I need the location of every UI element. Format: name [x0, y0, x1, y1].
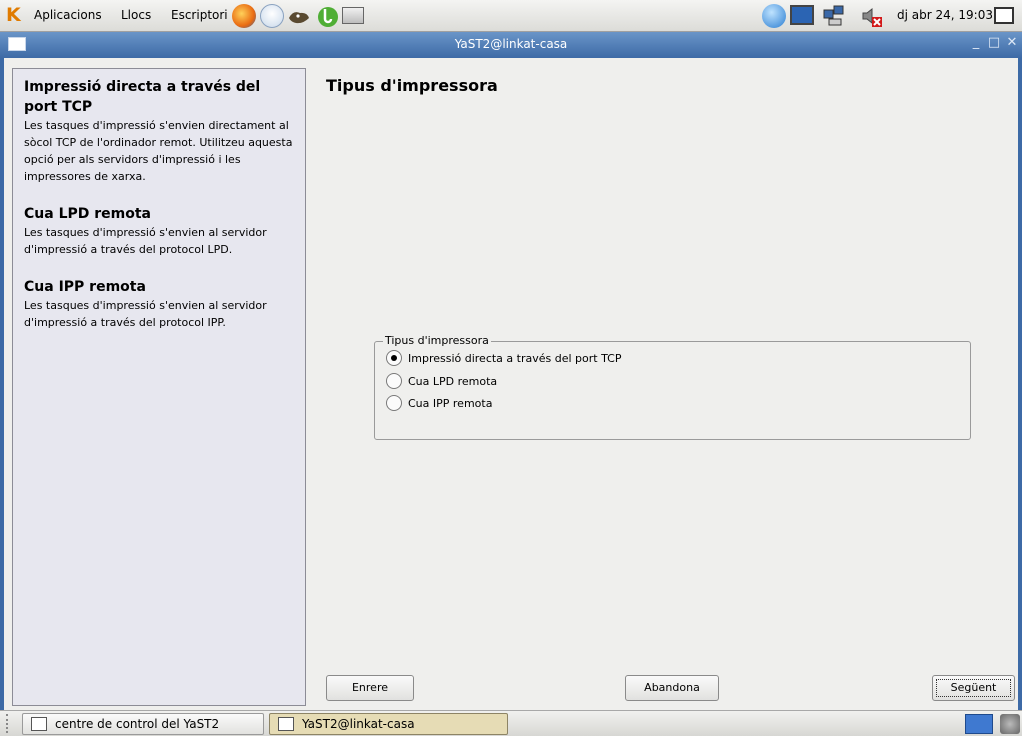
printer-type-group: Tipus d'impressora Impressió directa a t…	[374, 334, 971, 440]
radio-unselected-icon[interactable]	[386, 395, 402, 411]
taskbar-item-yast-window[interactable]: YaST2@linkat-casa	[269, 713, 508, 735]
window-title: YaST2@linkat-casa	[454, 37, 568, 51]
show-desktop-icon[interactable]	[994, 7, 1014, 24]
taskbar-item-label: YaST2@linkat-casa	[302, 717, 415, 731]
menu-applications[interactable]: Aplicacions	[34, 8, 102, 22]
radio-label: Cua IPP remota	[408, 397, 493, 410]
close-icon[interactable]: ✕	[1004, 35, 1020, 51]
window-icon	[278, 717, 294, 731]
gimp-icon[interactable]	[287, 4, 311, 28]
radio-tcp-direct[interactable]: Impressió directa a través del port TCP	[386, 350, 621, 368]
radio-lpd-remote[interactable]: Cua LPD remota	[386, 373, 497, 391]
firefox-icon[interactable]	[232, 4, 256, 28]
update-icon[interactable]	[316, 4, 340, 28]
back-button[interactable]: Enrere	[326, 675, 414, 701]
abort-button[interactable]: Abandona	[625, 675, 719, 701]
volume-muted-icon[interactable]	[860, 4, 884, 28]
yast-control-center-icon	[31, 717, 47, 731]
menu-places[interactable]: Llocs	[121, 8, 151, 22]
workspace-switcher-icon[interactable]	[965, 714, 993, 734]
network-status-icon[interactable]	[822, 4, 846, 28]
taskbar-item-yast-control-center[interactable]: centre de control del YaST2	[22, 713, 264, 735]
help-pane: Impressió directa a través del port TCP …	[12, 68, 306, 706]
mail-icon[interactable]	[260, 4, 284, 28]
kde-logo-icon[interactable]: K	[6, 5, 21, 25]
network-globe-icon[interactable]	[762, 4, 786, 28]
yast-window: Impressió directa a través del port TCP …	[0, 58, 1022, 710]
radio-unselected-icon[interactable]	[386, 373, 402, 389]
clock[interactable]: dj abr 24, 19:03	[897, 8, 993, 22]
help-text: Les tasques d'impressió s'envien al serv…	[24, 299, 267, 329]
printer-type-group-label: Tipus d'impressora	[383, 334, 491, 347]
radio-label: Cua LPD remota	[408, 375, 498, 388]
trash-icon[interactable]	[1000, 714, 1020, 734]
help-section-tcp: Impressió directa a través del port TCP …	[24, 77, 294, 185]
taskbar-item-label: centre de control del YaST2	[55, 717, 220, 731]
file-manager-icon[interactable]	[342, 7, 364, 24]
radio-ipp-remote[interactable]: Cua IPP remota	[386, 395, 492, 413]
help-title: Cua IPP remota	[24, 279, 146, 295]
help-section-ipp: Cua IPP remota Les tasques d'impressió s…	[24, 277, 294, 331]
radio-selected-icon[interactable]	[386, 350, 402, 366]
help-section-lpd: Cua LPD remota Les tasques d'impressió s…	[24, 204, 294, 258]
window-titlebar[interactable]: YaST2@linkat-casa _ □ ✕	[0, 32, 1022, 58]
next-button[interactable]: Següent	[932, 675, 1015, 701]
help-title: Impressió directa a través del port TCP	[24, 79, 261, 115]
monitor-icon[interactable]	[790, 5, 814, 25]
page-title: Tipus d'impressora	[326, 76, 498, 95]
bottom-taskbar: centre de control del YaST2 YaST2@linkat…	[0, 710, 1022, 736]
taskbar-handle[interactable]	[6, 714, 12, 733]
help-text: Les tasques d'impressió s'envien directa…	[24, 119, 293, 183]
menu-desktop[interactable]: Escriptori	[171, 8, 228, 22]
help-text: Les tasques d'impressió s'envien al serv…	[24, 226, 267, 256]
maximize-icon[interactable]: □	[986, 35, 1002, 51]
top-panel: K Aplicacions Llocs Escriptori dj abr 24…	[0, 0, 1022, 32]
radio-label: Impressió directa a través del port TCP	[408, 352, 622, 365]
help-title: Cua LPD remota	[24, 206, 151, 222]
minimize-icon[interactable]: _	[968, 35, 984, 51]
